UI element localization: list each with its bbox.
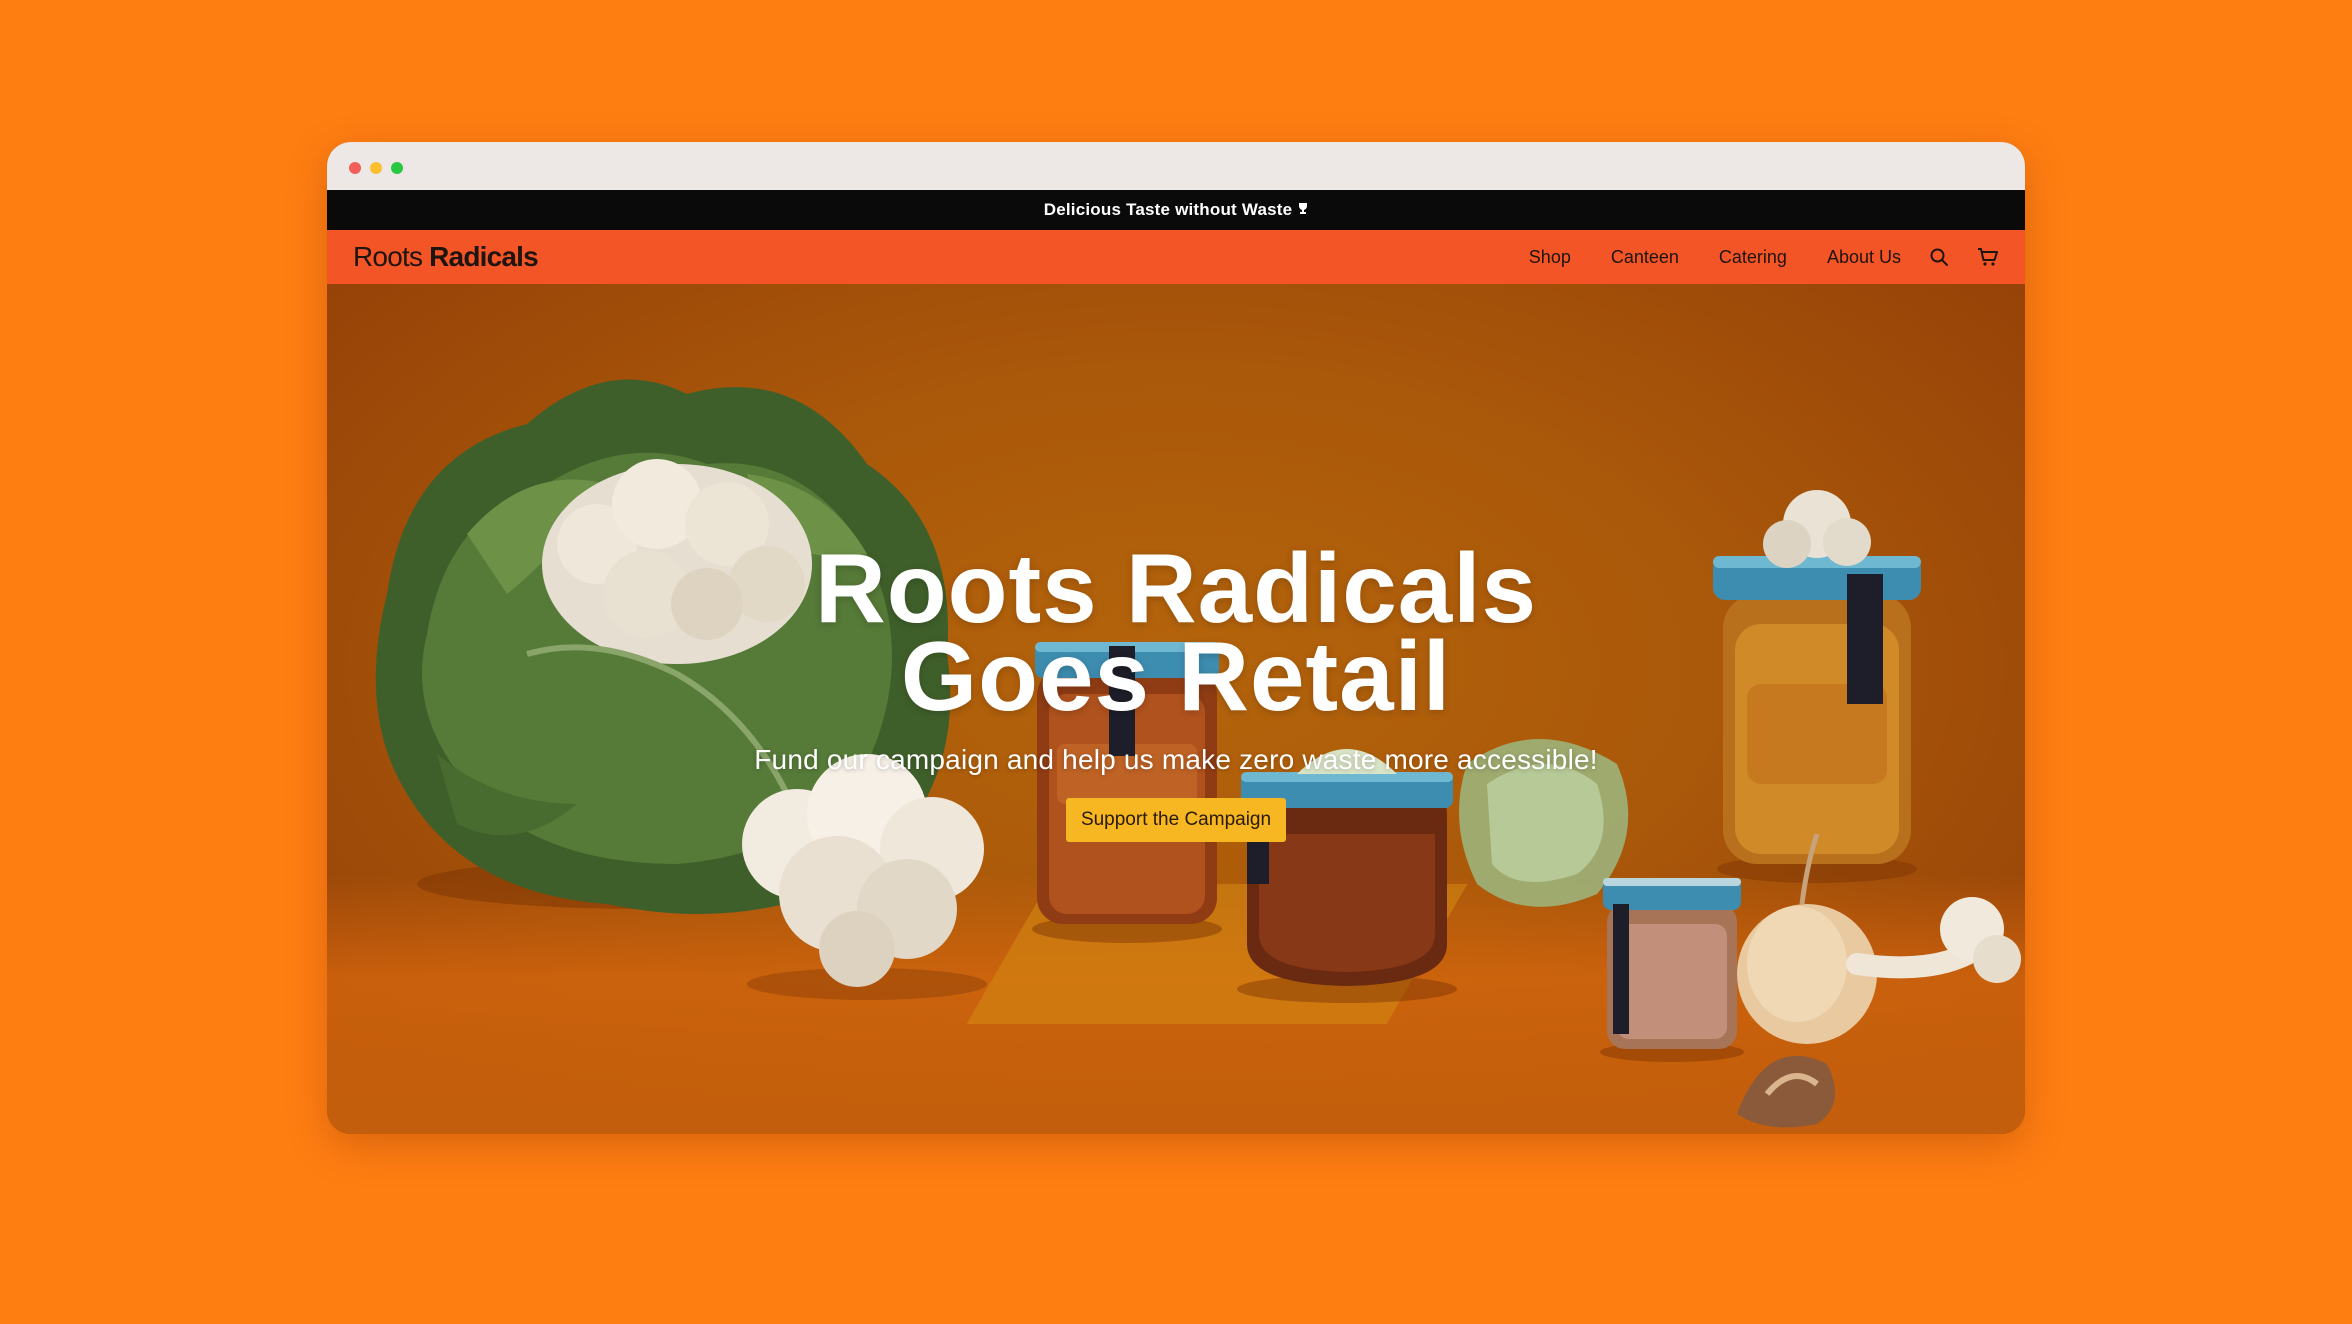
nav-links: Shop Canteen Catering About Us bbox=[1489, 247, 1999, 268]
search-icon[interactable] bbox=[1929, 247, 1949, 267]
nav-link-about-us[interactable]: About Us bbox=[1827, 247, 1901, 268]
nav-link-canteen[interactable]: Canteen bbox=[1611, 247, 1679, 268]
announcement-text: Delicious Taste without Waste bbox=[1043, 200, 1293, 219]
close-window-dot[interactable] bbox=[349, 162, 361, 174]
hero-title-line1: Roots Radicals bbox=[815, 533, 1537, 643]
main-nav: Roots Radicals Shop Canteen Catering Abo… bbox=[327, 230, 2025, 284]
hero-subtitle: Fund our campaign and help us make zero … bbox=[754, 744, 1598, 775]
brand-logo[interactable]: Roots Radicals bbox=[353, 241, 539, 273]
cart-icon[interactable] bbox=[1977, 247, 1999, 267]
hero-title: Roots Radicals Goes Retail bbox=[327, 533, 2025, 731]
hero-content: Roots Radicals Goes Retail Fund our camp… bbox=[327, 533, 2025, 842]
hero-title-line2: Goes Retail bbox=[900, 621, 1452, 731]
browser-window: Delicious Taste without Waste Roots Radi… bbox=[327, 142, 2025, 1134]
browser-chrome bbox=[327, 142, 2025, 190]
maximize-window-dot[interactable] bbox=[391, 162, 403, 174]
onion-mushroom-image bbox=[1737, 833, 2021, 1128]
nav-link-catering[interactable]: Catering bbox=[1719, 247, 1787, 268]
minimize-window-dot[interactable] bbox=[370, 162, 382, 174]
trophy-icon bbox=[1298, 202, 1308, 218]
support-campaign-button[interactable]: Support the Campaign bbox=[1065, 798, 1287, 842]
brand-logo-light: Roots bbox=[353, 241, 423, 272]
announcement-bar: Delicious Taste without Waste bbox=[327, 190, 2025, 230]
nav-link-shop[interactable]: Shop bbox=[1529, 247, 1571, 268]
brand-logo-bold: Radicals bbox=[429, 241, 539, 272]
hero-section: Roots Radicals Goes Retail Fund our camp… bbox=[327, 284, 2025, 1134]
